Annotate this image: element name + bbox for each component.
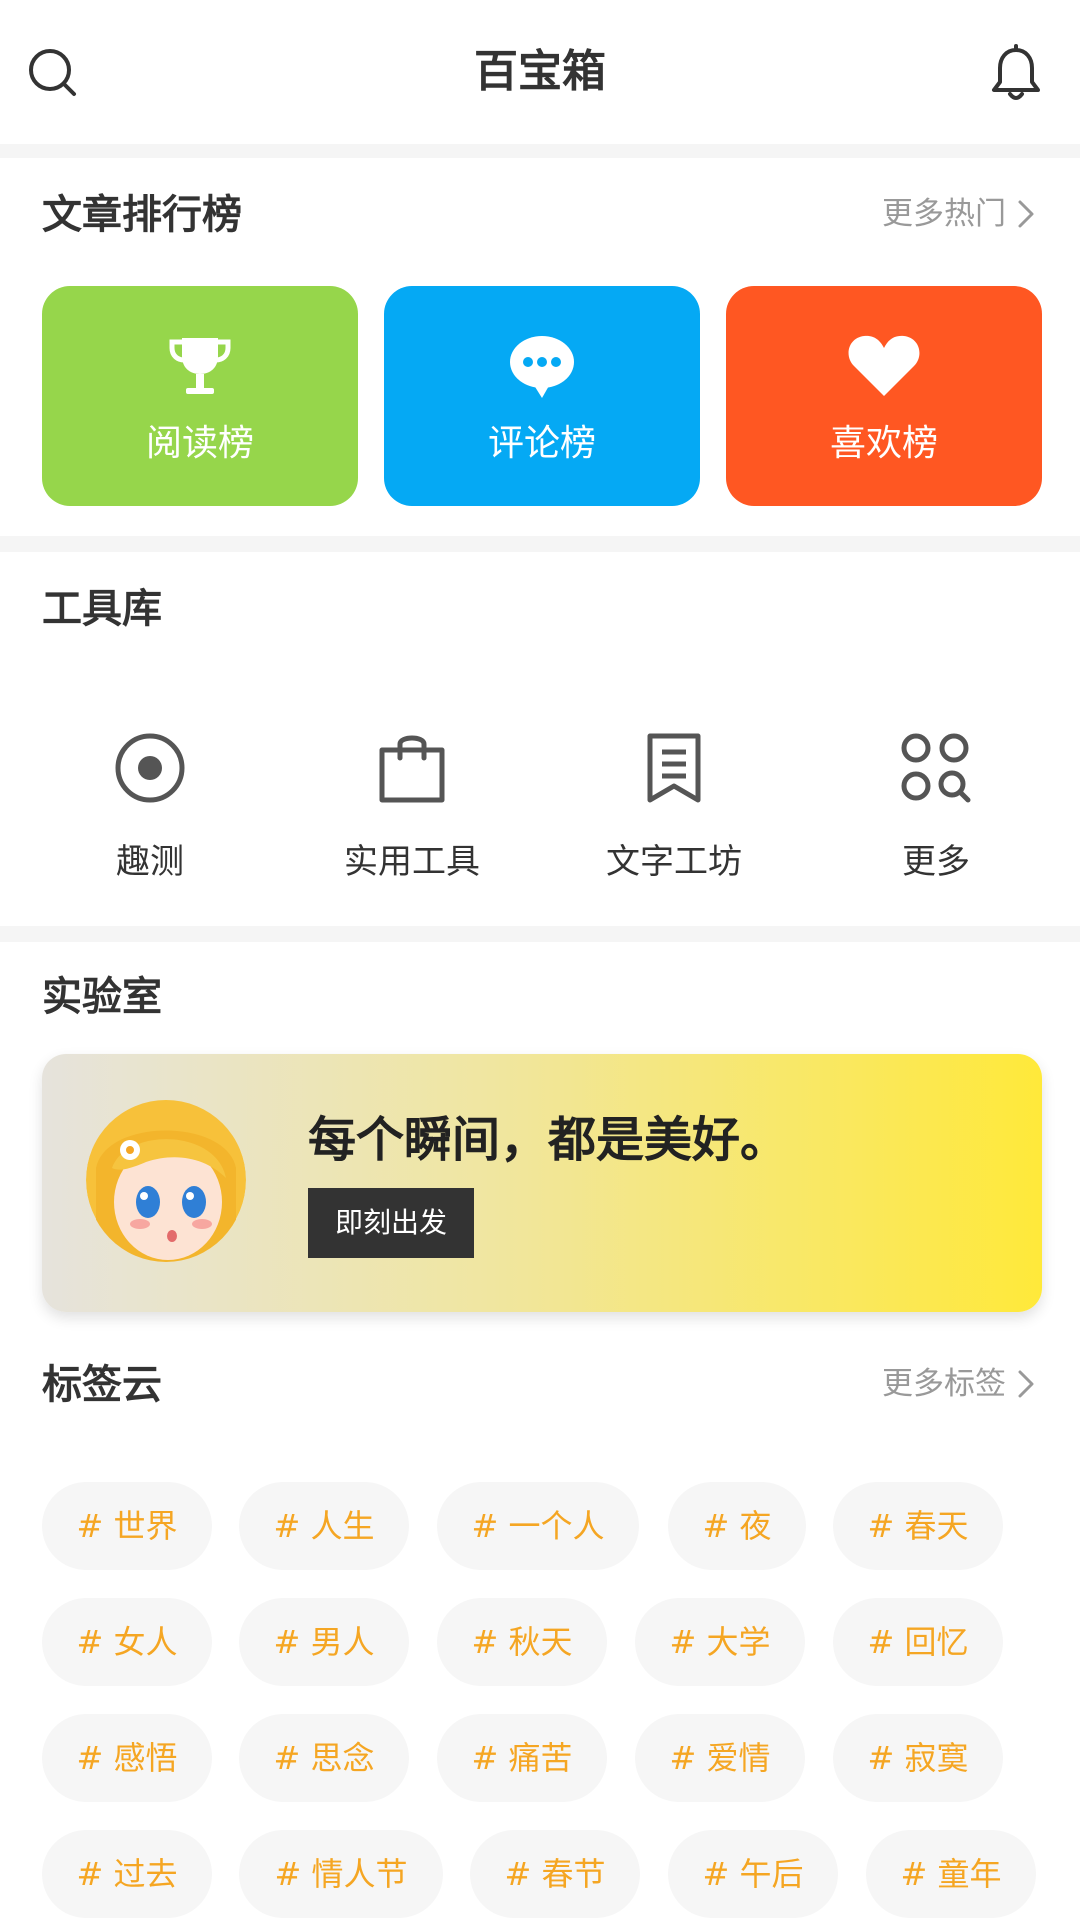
tag-chip[interactable]: # 男人: [239, 1598, 409, 1686]
tag-chip[interactable]: # 童年: [866, 1830, 1036, 1918]
tag-chip[interactable]: # 大学: [635, 1598, 805, 1686]
lab-banner-text: 每个瞬间，都是美好。: [308, 1112, 789, 1168]
tag-chip[interactable]: # 秋天: [437, 1598, 607, 1686]
section-divider: [0, 536, 1080, 552]
tag-chip[interactable]: # 世界: [42, 1482, 212, 1570]
like-ranking-label: 喜欢榜: [829, 423, 938, 464]
tag-chip[interactable]: # 爱情: [635, 1714, 805, 1802]
like-ranking-card[interactable]: 喜欢榜: [726, 286, 1042, 506]
heart-icon: [848, 335, 920, 396]
comment-ranking-label: 评论榜: [487, 423, 596, 464]
lab-section-title: 实验室: [42, 974, 162, 1020]
bell-icon[interactable]: [984, 42, 1048, 106]
read-ranking-card[interactable]: 阅读榜: [42, 286, 358, 506]
tag-chip[interactable]: # 思念: [239, 1714, 409, 1802]
tag-chip[interactable]: # 春节: [470, 1830, 640, 1918]
more-tags-link[interactable]: 更多标签: [882, 1364, 1038, 1404]
tag-chip[interactable]: # 春天: [833, 1482, 1003, 1570]
ranking-section-title: 文章排行榜: [42, 192, 242, 238]
tool-writing-workshop[interactable]: 文字工坊: [574, 720, 774, 900]
shopping-bag-icon: [379, 735, 445, 803]
tag-chip[interactable]: # 感悟: [42, 1714, 212, 1802]
tool-more[interactable]: 更多: [836, 720, 1036, 900]
lab-banner[interactable]: 每个瞬间，都是美好。 即刻出发: [42, 1054, 1042, 1312]
grid-more-icon: [901, 733, 971, 803]
document-bookmark-icon: [647, 733, 701, 803]
tool-fun-test[interactable]: 趣测: [50, 720, 250, 900]
page-title: 百宝箱: [474, 46, 606, 97]
section-divider: [0, 926, 1080, 942]
tag-chip[interactable]: # 回忆: [833, 1598, 1003, 1686]
tag-chip[interactable]: # 人生: [239, 1482, 409, 1570]
app-header: 百宝箱: [0, 0, 1080, 144]
start-now-button[interactable]: 即刻出发: [308, 1188, 474, 1258]
more-hot-label: 更多热门: [882, 196, 1006, 232]
tool-utilities[interactable]: 实用工具: [312, 720, 512, 900]
tag-chip[interactable]: # 过去: [42, 1830, 212, 1918]
tag-chip[interactable]: # 夜: [668, 1482, 806, 1570]
tag-chip[interactable]: # 痛苦: [437, 1714, 607, 1802]
tag-chip[interactable]: # 一个人: [437, 1482, 639, 1570]
tools-section-title: 工具库: [42, 586, 162, 632]
tag-chip[interactable]: # 情人节: [239, 1830, 443, 1918]
chat-bubble-icon: [510, 336, 574, 398]
tag-chip[interactable]: # 午后: [668, 1830, 838, 1918]
tags-section-title: 标签云: [42, 1362, 162, 1408]
tag-chip[interactable]: # 寂寞: [833, 1714, 1003, 1802]
tool-writing-workshop-label: 文字工坊: [606, 842, 742, 882]
chevron-right-icon: [1018, 200, 1034, 228]
more-hot-link[interactable]: 更多热门: [882, 194, 1038, 234]
tag-chip[interactable]: # 女人: [42, 1598, 212, 1686]
anime-girl-avatar: [86, 1098, 246, 1262]
tool-more-label: 更多: [902, 842, 970, 882]
more-tags-label: 更多标签: [882, 1366, 1006, 1402]
chevron-right-icon: [1018, 1370, 1034, 1398]
comment-ranking-card[interactable]: 评论榜: [384, 286, 700, 506]
tool-utilities-label: 实用工具: [344, 842, 480, 882]
tool-fun-test-label: 趣测: [116, 842, 184, 882]
read-ranking-label: 阅读榜: [145, 423, 254, 464]
trophy-icon: [169, 338, 231, 394]
section-divider: [0, 144, 1080, 158]
radio-target-icon: [115, 733, 185, 803]
